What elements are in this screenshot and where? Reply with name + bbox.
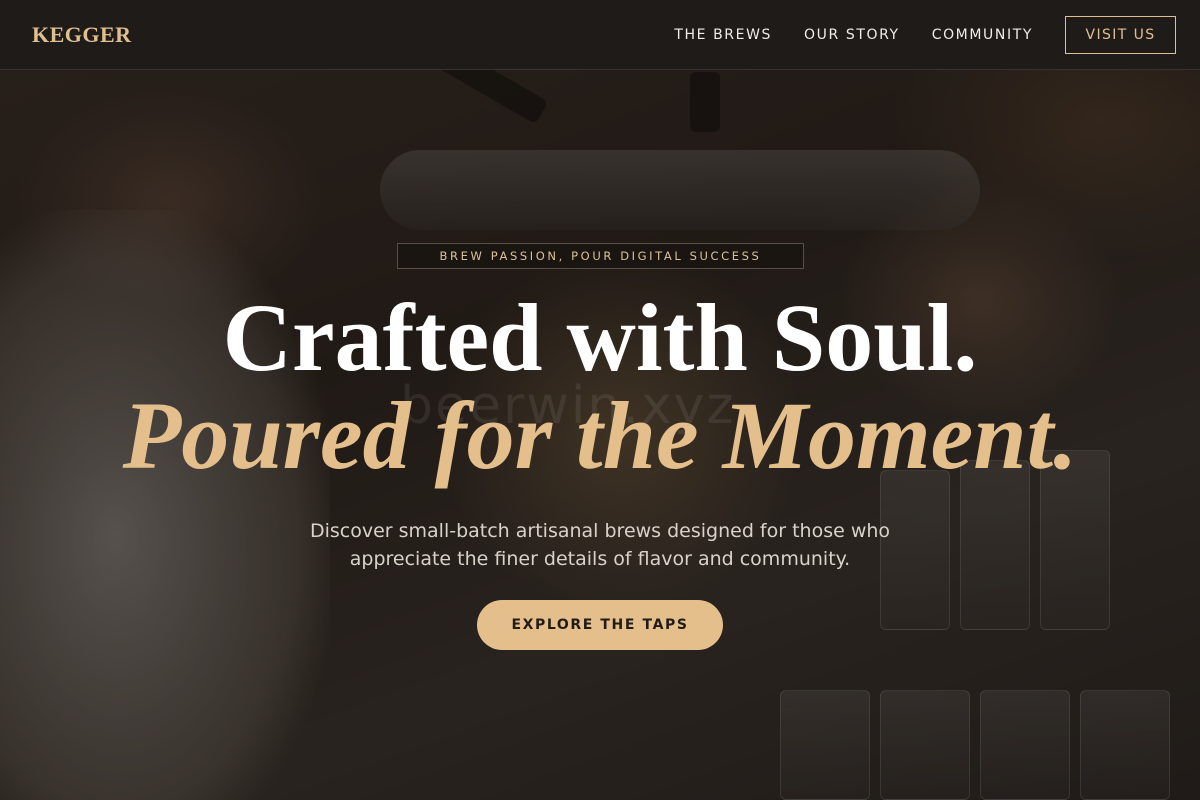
nav-link-the-brews[interactable]: THE BREWS	[674, 27, 772, 43]
hero-headline-line1: Crafted with Soul.	[222, 284, 978, 391]
hero-description: Discover small-batch artisanal brews des…	[309, 520, 891, 570]
hero-tagline-badge: BREW PASSION, POUR DIGITAL SUCCESS	[397, 243, 804, 269]
hero-headline-line2: Poured for the Moment.	[122, 382, 1078, 489]
nav-menu: THE BREWS OUR STORY COMMUNITY VISIT US	[642, 15, 1176, 54]
nav-link-our-story[interactable]: OUR STORY	[804, 27, 900, 43]
nav-link-community[interactable]: COMMUNITY	[932, 27, 1033, 43]
visit-us-button[interactable]: VISIT US	[1065, 15, 1176, 54]
brand-logo[interactable]: KEGGER	[32, 22, 132, 48]
explore-taps-button[interactable]: EXPLORE THE TAPS	[477, 600, 723, 650]
top-navbar: KEGGER THE BREWS OUR STORY COMMUNITY VIS…	[0, 0, 1200, 70]
